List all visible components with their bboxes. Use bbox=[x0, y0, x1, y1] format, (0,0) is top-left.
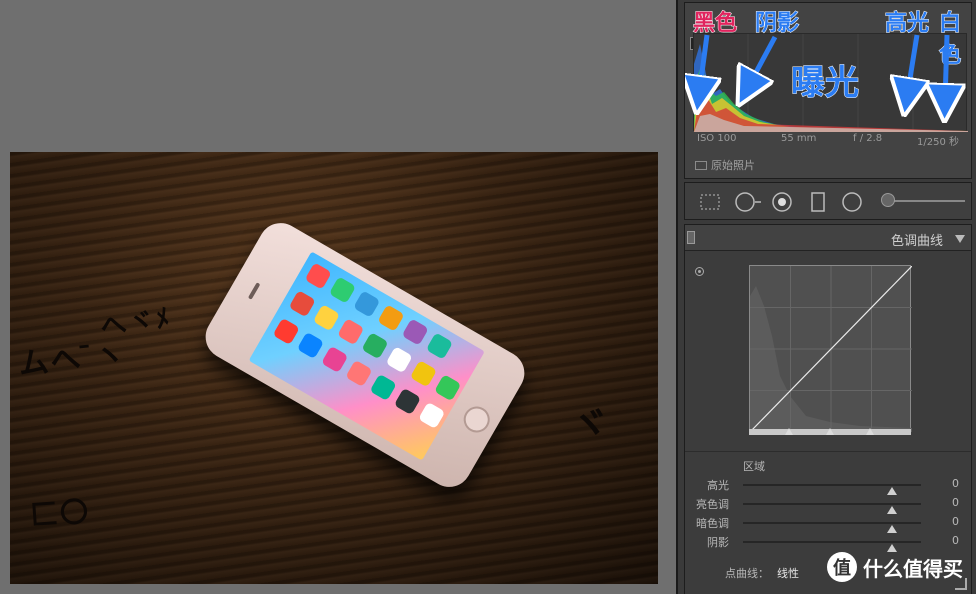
slider-label: 暗色调 bbox=[696, 517, 729, 530]
spot-removal-icon[interactable] bbox=[735, 191, 761, 213]
slider-value[interactable]: 0 bbox=[952, 496, 959, 509]
slider-knob[interactable] bbox=[887, 525, 897, 533]
brush-size-track[interactable] bbox=[883, 200, 965, 202]
shutter-value: 1/250 秒 bbox=[917, 137, 959, 148]
panel-enable-toggle[interactable] bbox=[687, 231, 695, 244]
point-curve-label: 点曲线： bbox=[725, 567, 769, 580]
tool-strip bbox=[684, 182, 972, 220]
phone-speaker bbox=[247, 282, 261, 300]
graduated-filter-icon[interactable] bbox=[807, 191, 829, 213]
slider-label: 高光 bbox=[707, 479, 729, 492]
histogram-panel: ISO 100 55 mm f / 2.8 1/250 秒 原始照片 黑色 阴影… bbox=[684, 2, 972, 179]
region-section: 区域 高光 0 亮色调 0 暗色调 0 阴影 0 bbox=[685, 451, 971, 561]
original-photo-checkbox[interactable] bbox=[695, 160, 707, 170]
slider-track[interactable] bbox=[743, 541, 921, 552]
region-label: 区域 bbox=[743, 460, 765, 473]
photo-scrawl: 匚〇 bbox=[29, 494, 92, 533]
slider-value[interactable]: 0 bbox=[952, 515, 959, 528]
original-photo-label: 原始照片 bbox=[711, 159, 755, 172]
phone-image bbox=[197, 215, 533, 495]
split-handle-midtones[interactable] bbox=[826, 428, 834, 435]
radial-filter-icon[interactable] bbox=[841, 191, 863, 213]
watermark: 值 什么值得买 bbox=[827, 552, 963, 582]
point-curve-row: 点曲线： 线性 bbox=[725, 565, 799, 581]
tone-curve-header[interactable]: 色调曲线 bbox=[685, 225, 971, 251]
photo-scrawl: ヾ bbox=[570, 401, 612, 448]
slider-track[interactable] bbox=[743, 503, 921, 514]
slider-label: 亮色调 bbox=[696, 498, 729, 511]
original-photo-toggle[interactable]: 原始照片 bbox=[695, 157, 755, 173]
crop-icon[interactable] bbox=[699, 191, 721, 213]
slider-label: 阴影 bbox=[707, 536, 729, 549]
watermark-logo: 值 bbox=[827, 552, 857, 582]
photo-scrawl: へヾﾒ bbox=[98, 303, 174, 343]
photo-preview[interactable]: ムへ ̄ヽ へヾﾒ ヾ 匚〇 bbox=[10, 152, 658, 584]
slider-track[interactable] bbox=[743, 522, 921, 533]
collapse-triangle-icon[interactable] bbox=[955, 235, 965, 243]
slider-value[interactable]: 0 bbox=[952, 477, 959, 490]
split-handle-highlights[interactable] bbox=[866, 428, 874, 435]
tone-curve-title: 色调曲线 bbox=[890, 234, 943, 249]
slider-lights[interactable]: 亮色调 0 bbox=[685, 495, 971, 514]
photo-canvas[interactable]: ムへ ̄ヽ へヾﾒ ヾ 匚〇 bbox=[0, 0, 676, 594]
phone-screen bbox=[248, 251, 485, 461]
slider-highlights[interactable]: 高光 0 bbox=[685, 476, 971, 495]
develop-right-panel: ISO 100 55 mm f / 2.8 1/250 秒 原始照片 黑色 阴影… bbox=[676, 0, 976, 594]
split-handle-shadows[interactable] bbox=[785, 428, 793, 435]
slider-shadows[interactable]: 阴影 0 bbox=[685, 533, 971, 552]
adjustment-brush-icon[interactable] bbox=[881, 193, 895, 207]
annotation-arrows bbox=[685, 34, 975, 123]
slider-value[interactable]: 0 bbox=[952, 534, 959, 547]
aperture-value: f / 2.8 bbox=[853, 133, 883, 144]
watermark-text: 什么值得买 bbox=[863, 556, 963, 581]
exif-info: ISO 100 55 mm f / 2.8 1/250 秒 bbox=[697, 133, 959, 148]
resize-corner-icon[interactable] bbox=[955, 578, 967, 590]
red-eye-icon[interactable] bbox=[771, 191, 793, 213]
slider-darks[interactable]: 暗色调 0 bbox=[685, 514, 971, 533]
slider-knob[interactable] bbox=[887, 544, 897, 552]
slider-knob[interactable] bbox=[887, 487, 897, 495]
tone-curve-panel: 色调曲线 区域 高光 0 亮色调 0 暗色调 0 阴影 0 点曲线： 线性 值 … bbox=[684, 224, 972, 594]
focal-length-value: 55 mm bbox=[781, 133, 817, 144]
target-adjustment-icon[interactable] bbox=[695, 267, 704, 276]
phone-home-button bbox=[458, 401, 495, 438]
iso-value: ISO 100 bbox=[697, 133, 737, 144]
slider-knob[interactable] bbox=[887, 506, 897, 514]
slider-track[interactable] bbox=[743, 484, 921, 495]
point-curve-select[interactable]: 线性 bbox=[777, 567, 799, 580]
tone-curve-graph[interactable] bbox=[749, 265, 912, 432]
